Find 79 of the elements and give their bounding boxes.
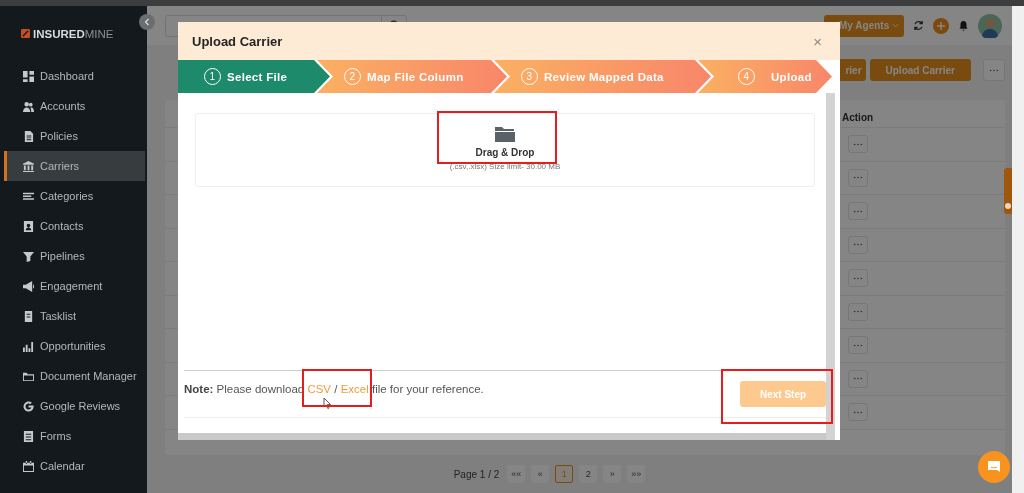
more-icon <box>853 377 863 381</box>
page-button[interactable]: » <box>603 465 622 483</box>
grid-icon <box>23 70 34 82</box>
sidebar-item[interactable]: Carriers <box>4 151 145 181</box>
drop-title: Drag & Drop <box>475 147 535 158</box>
more-icon <box>853 410 863 414</box>
scrollbar[interactable] <box>178 433 826 440</box>
more-button[interactable] <box>983 59 1005 81</box>
more-icon <box>989 68 999 72</box>
row-action-button[interactable] <box>848 168 868 187</box>
bar-chart-icon <box>23 340 34 352</box>
column-header: Action <box>842 112 875 123</box>
sidebar-item[interactable]: Dashboard <box>4 61 145 91</box>
document-icon <box>23 130 34 142</box>
page-button[interactable]: « <box>531 465 550 483</box>
refresh-icon[interactable] <box>913 20 924 31</box>
page-button[interactable]: 2 <box>579 465 598 483</box>
row-action-button[interactable] <box>848 269 868 288</box>
page-button[interactable]: »» <box>627 465 646 483</box>
more-icon <box>853 310 863 314</box>
csv-link[interactable]: CSV <box>307 383 332 395</box>
excel-link[interactable]: Excel <box>340 383 369 395</box>
row-action-button[interactable] <box>848 202 868 221</box>
bell-icon[interactable] <box>958 20 969 31</box>
sidebar-item[interactable]: Calendar <box>4 451 145 481</box>
form-icon <box>23 430 34 442</box>
people-icon <box>23 100 34 112</box>
more-icon <box>853 276 863 280</box>
bank-icon <box>23 160 34 172</box>
calendar-icon <box>23 460 34 472</box>
help-tab[interactable] <box>1004 168 1012 214</box>
sidebar-item[interactable]: Document Manager <box>4 361 145 391</box>
more-icon <box>853 243 863 247</box>
funnel-icon <box>23 250 34 262</box>
sidebar-item[interactable]: Accounts <box>4 91 145 121</box>
row-action-button[interactable] <box>848 369 868 388</box>
close-button[interactable]: × <box>813 32 822 50</box>
drop-hint: (.csv,.xlsx) Size limit- 30.00 MB <box>449 162 561 171</box>
chevron-left-icon <box>144 18 150 26</box>
megaphone-icon <box>23 280 34 292</box>
row-action-button[interactable] <box>848 135 868 154</box>
scrollbar[interactable] <box>1012 6 1024 493</box>
page-button[interactable]: «« <box>507 465 526 483</box>
logo-icon <box>21 29 30 38</box>
highlight-overlay <box>302 369 372 407</box>
page-indicator: Page 1 / 2 <box>453 468 500 480</box>
sidebar-item[interactable]: Opportunities <box>4 331 145 361</box>
folder-icon <box>23 370 34 382</box>
dialog-title: Upload Carrier <box>192 33 283 49</box>
chat-icon <box>987 460 1001 474</box>
lines-icon <box>23 190 34 202</box>
scrollbar[interactable] <box>826 93 835 440</box>
add-icon[interactable] <box>933 17 949 34</box>
sidebar-item[interactable]: Contacts <box>4 211 145 241</box>
notepad-icon <box>23 310 34 322</box>
sidebar-item[interactable]: Engagement <box>4 271 145 301</box>
more-icon <box>853 343 863 347</box>
sidebar-item[interactable]: Categories <box>4 181 145 211</box>
avatar[interactable] <box>978 13 1002 38</box>
folder-icon <box>495 126 515 142</box>
sidebar-item[interactable]: Pipelines <box>4 241 145 271</box>
sidebar-item[interactable]: Tasklist <box>4 301 145 331</box>
caret-icon <box>892 23 900 28</box>
more-icon <box>853 142 863 146</box>
row-action-button[interactable] <box>848 235 868 254</box>
g-icon <box>23 400 34 412</box>
more-icon <box>853 209 863 213</box>
row-action-button[interactable] <box>848 403 868 422</box>
row-action-button[interactable] <box>848 302 868 321</box>
step-tab[interactable]: 1 Select File <box>178 60 330 93</box>
pointer-cursor-icon <box>323 397 331 409</box>
step-tab[interactable]: 4 Upload <box>698 60 832 93</box>
row-action-button[interactable] <box>848 336 868 355</box>
sidebar-item[interactable]: Forms <box>4 421 145 451</box>
sidebar-item[interactable]: Policies <box>4 121 145 151</box>
contact-card-icon <box>23 220 34 232</box>
more-icon <box>853 176 863 180</box>
sidebar-item[interactable]: Google Reviews <box>4 391 145 421</box>
logo: INSUREDMINE <box>33 27 114 40</box>
